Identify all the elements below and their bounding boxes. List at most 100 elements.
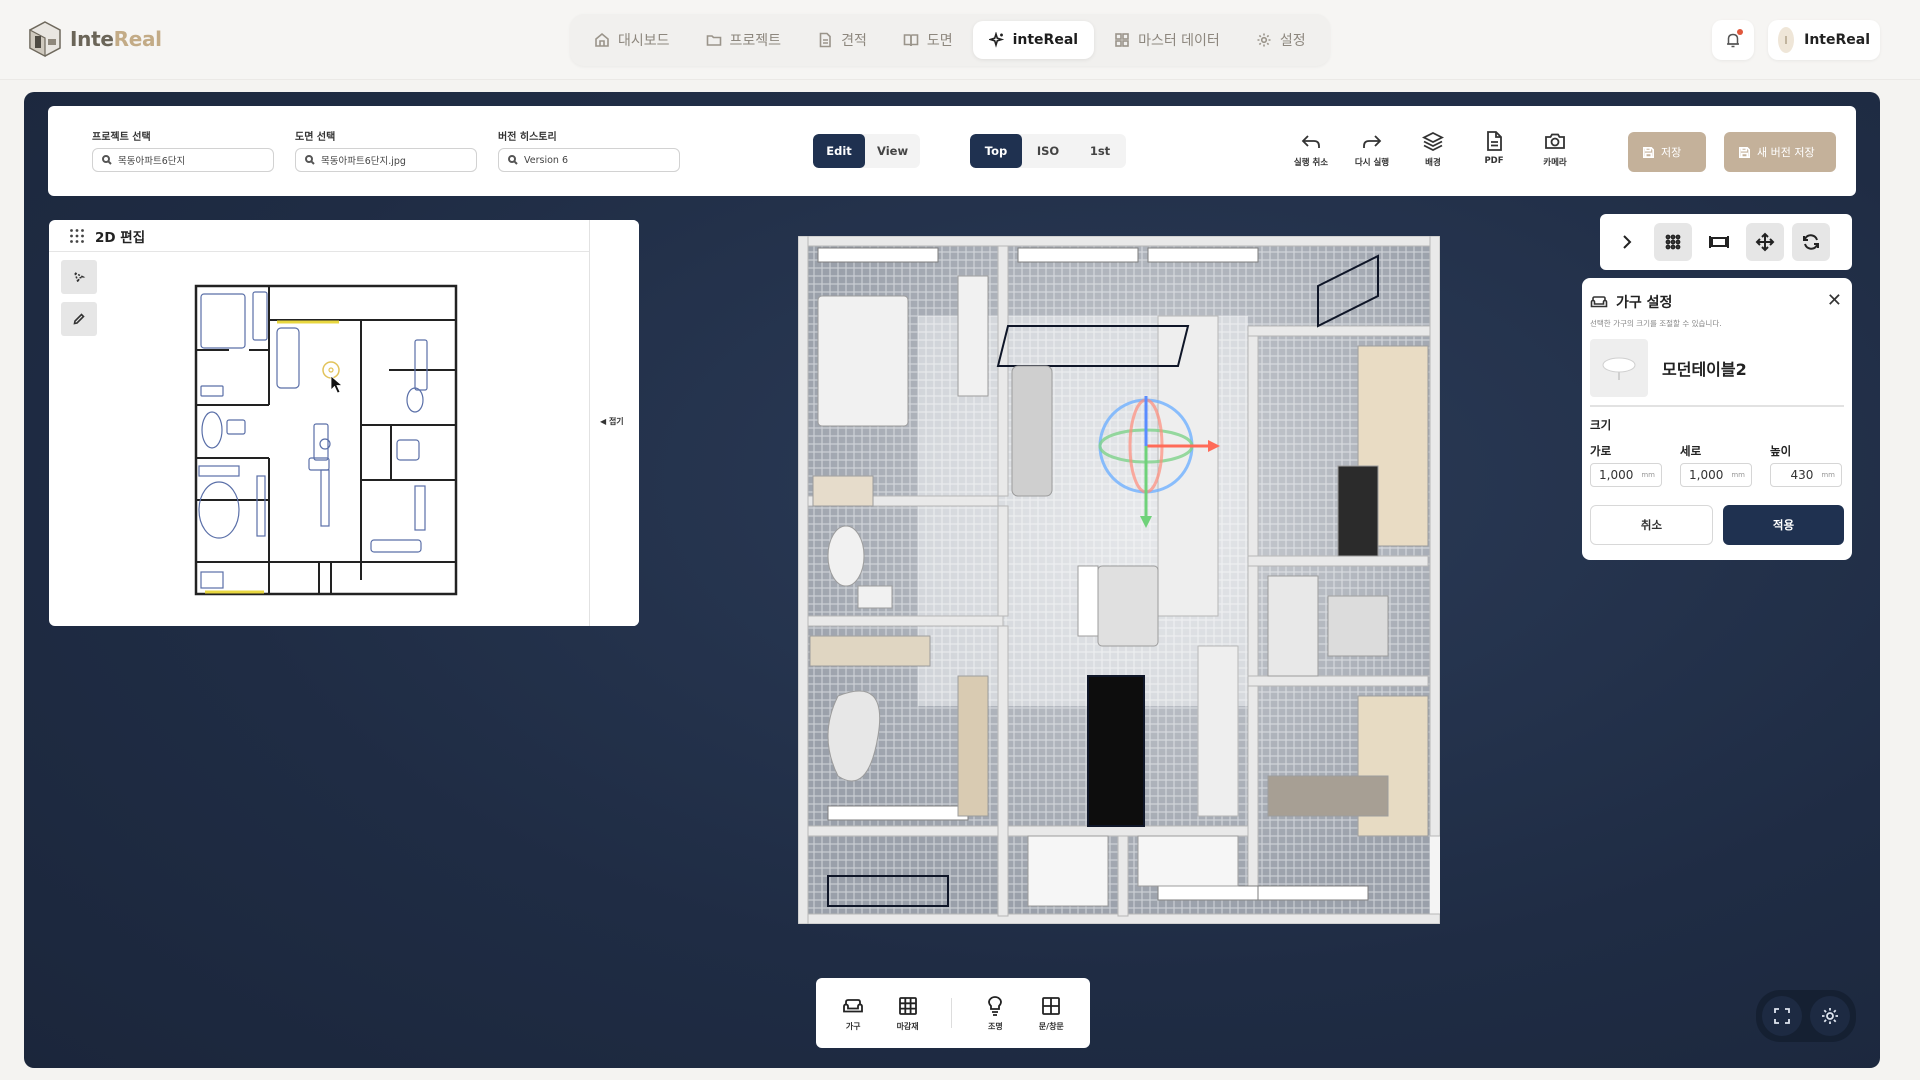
bottom-tool-dock: 가구 마감재 조명 문/창문 [816, 978, 1090, 1048]
height-input[interactable]: 430 mm [1770, 463, 1842, 487]
dimension-fields: 가로 1,000 mm 세로 1,000 mm 높이 430 mm [1590, 443, 1844, 487]
move-icon [1755, 232, 1775, 252]
top-navbar: InteReal 대시보드 프로젝트 견적 도면 inteReal 마스터 데이… [0, 0, 1920, 80]
nav-intereal[interactable]: inteReal [972, 21, 1095, 59]
iso-view-button[interactable]: ISO [1022, 134, 1074, 168]
table-icon [1602, 357, 1636, 380]
editor-toolbar: 프로젝트 선택 목동아파트6단지 도면 선택 목동아파트6단지.jpg 버전 히… [48, 106, 1856, 196]
redo-button[interactable]: 다시 실행 [1351, 130, 1393, 168]
furniture-tool-button[interactable]: 가구 [842, 995, 864, 1032]
cancel-button[interactable]: 취소 [1590, 505, 1713, 545]
expand-panel-button[interactable] [1608, 223, 1646, 261]
version-select-group: 버전 히스토리 Version 6 [498, 128, 680, 172]
version-select-label: 버전 히스토리 [498, 132, 557, 143]
save-icon [1643, 146, 1654, 158]
logo-cube-icon [29, 21, 61, 57]
nav-drawings[interactable]: 도면 [887, 21, 969, 59]
undo-button[interactable]: 실행 취소 [1290, 130, 1332, 168]
grid-icon [1115, 33, 1129, 47]
project-select-label: 프로젝트 선택 [92, 132, 151, 143]
width-label: 가로 [1590, 444, 1612, 458]
tile-icon [898, 996, 917, 1015]
sparkle-icon [988, 32, 1004, 48]
select-tool-icon [73, 271, 86, 284]
save-button[interactable]: 저장 [1628, 132, 1706, 172]
background-button[interactable]: 배경 [1412, 130, 1454, 168]
2d-floor-plan[interactable] [169, 280, 479, 598]
depth-field-group: 세로 1,000 mm [1680, 443, 1752, 487]
window-icon [1042, 996, 1061, 1015]
camera-icon [1545, 133, 1565, 149]
gear-icon [1257, 33, 1271, 47]
apply-button[interactable]: 적용 [1723, 505, 1844, 545]
user-menu[interactable]: I InteReal [1768, 20, 1880, 60]
notifications-button[interactable] [1712, 20, 1754, 60]
move-tool-button[interactable] [1746, 223, 1784, 261]
depth-input[interactable]: 1,000 mm [1680, 463, 1752, 487]
project-select[interactable]: 목동아파트6단지 [92, 148, 274, 172]
collapse-panel-button[interactable]: ◀ 접기 [600, 416, 624, 427]
nav-master-data[interactable]: 마스터 데이터 [1098, 21, 1236, 59]
drawing-select[interactable]: 목동아파트6단지.jpg [295, 148, 477, 172]
nav-dashboard[interactable]: 대시보드 [578, 21, 686, 59]
select-tool-button[interactable] [61, 260, 97, 294]
settings-button[interactable] [1810, 996, 1850, 1036]
toolbar-actions: 실행 취소 다시 실행 배경 PDF 카메라 [1290, 130, 1576, 168]
app-logo[interactable]: InteReal [28, 20, 162, 58]
furniture-actions: 취소 적용 [1590, 505, 1844, 545]
2d-edit-title: 2D 편집 [95, 229, 146, 246]
sofa-icon [843, 998, 864, 1012]
3d-floor-plan-view[interactable] [798, 236, 1440, 924]
version-select[interactable]: Version 6 [498, 148, 680, 172]
door-window-tool-button[interactable]: 문/창문 [1039, 995, 1064, 1032]
avatar: I [1778, 27, 1795, 53]
top-view-button[interactable]: Top [970, 134, 1022, 168]
furniture-thumbnail [1590, 339, 1648, 397]
dock-divider [951, 998, 953, 1028]
view-controls [1600, 214, 1852, 270]
home-icon [595, 32, 609, 47]
nav-projects[interactable]: 프로젝트 [690, 21, 798, 59]
floating-actions [1756, 990, 1856, 1042]
draw-tool-button[interactable] [61, 302, 97, 336]
pdf-icon [1487, 131, 1502, 151]
fullscreen-icon [1774, 1008, 1790, 1024]
width-field-group: 가로 1,000 mm [1590, 443, 1662, 487]
view-mode-button[interactable]: View [865, 134, 920, 168]
fullscreen-button[interactable] [1762, 996, 1802, 1036]
2d-edit-header[interactable]: 2D 편집 [49, 220, 589, 252]
height-label: 높이 [1770, 444, 1792, 458]
drag-handle-icon[interactable] [69, 228, 85, 244]
furniture-name: 모던테이블2 [1662, 360, 1747, 379]
folder-icon [706, 35, 721, 46]
book-icon [903, 34, 919, 47]
close-button[interactable]: ✕ [1827, 290, 1842, 311]
finish-tool-button[interactable]: 마감재 [897, 995, 919, 1032]
furniture-settings-subtitle: 선택한 가구의 크기를 조절할 수 있습니다. [1590, 319, 1722, 328]
nav-settings[interactable]: 설정 [1240, 21, 1322, 59]
document-icon [819, 32, 831, 48]
grid-toggle-button[interactable] [1654, 223, 1692, 261]
layers-icon [1422, 131, 1444, 152]
rotate-tool-button[interactable] [1792, 223, 1830, 261]
save-new-version-button[interactable]: 새 버전 저장 [1724, 132, 1836, 172]
camera-button[interactable]: 카메라 [1534, 130, 1576, 168]
lamp-icon [988, 995, 1003, 1016]
pdf-button[interactable]: PDF [1473, 130, 1515, 168]
measure-button[interactable] [1700, 223, 1738, 261]
nav-estimates[interactable]: 견적 [801, 21, 883, 59]
first-person-button[interactable]: 1st [1074, 134, 1126, 168]
drawing-select-label: 도면 선택 [295, 132, 336, 143]
sofa-icon [1590, 296, 1608, 308]
width-input[interactable]: 1,000 mm [1590, 463, 1662, 487]
depth-label: 세로 [1680, 444, 1702, 458]
height-field-group: 높이 430 mm [1770, 443, 1842, 487]
furniture-settings-panel: 가구 설정 ✕ 선택한 가구의 크기를 조절할 수 있습니다. 모던테이블2 크… [1582, 278, 1852, 560]
editor-canvas[interactable]: 프로젝트 선택 목동아파트6단지 도면 선택 목동아파트6단지.jpg 버전 히… [24, 92, 1880, 1068]
rotate-icon [1803, 234, 1819, 250]
edit-mode-button[interactable]: Edit [813, 134, 865, 168]
furniture-settings-title: 가구 설정 [1590, 292, 1844, 312]
selected-furniture: 모던테이블2 [1590, 339, 1844, 407]
redo-icon [1363, 135, 1382, 148]
lighting-tool-button[interactable]: 조명 [984, 995, 1006, 1032]
